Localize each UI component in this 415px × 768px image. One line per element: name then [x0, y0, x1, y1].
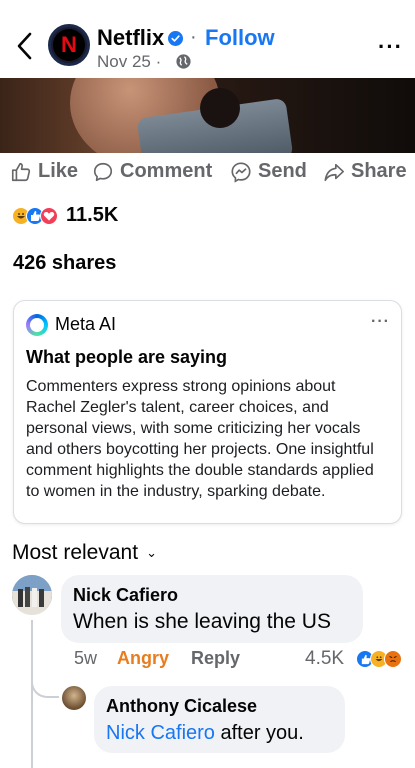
- meta-ai-name: Meta AI: [55, 314, 117, 334]
- reply-connector: [31, 670, 59, 698]
- post-more-button[interactable]: ···: [378, 34, 403, 60]
- send-button[interactable]: Send: [230, 160, 307, 183]
- comment-text: When is she leaving the US: [73, 610, 331, 633]
- post-action-bar: Like Comment Send Share: [0, 160, 415, 190]
- reaction-icons[interactable]: [12, 204, 58, 228]
- thumbs-up-icon: [11, 162, 31, 181]
- reply-text: after you.: [214, 722, 304, 744]
- reply-bubble[interactable]: Anthony Cicalese Nick Cafiero after you.: [94, 686, 345, 753]
- reply-text-line: Nick Cafiero after you.: [106, 722, 304, 745]
- comment-bubble[interactable]: Nick Cafiero When is she leaving the US: [61, 575, 363, 643]
- meta-ai-logo-icon: [26, 314, 48, 336]
- chevron-down-icon: ⌄: [146, 545, 157, 560]
- reply-mention-link[interactable]: Nick Cafiero: [106, 722, 215, 744]
- commenter-avatar[interactable]: [12, 575, 52, 615]
- netflix-logo-icon: N: [53, 29, 85, 61]
- follow-button[interactable]: Follow: [205, 25, 275, 51]
- header-separator: ·: [190, 26, 197, 48]
- comment-time: 5w: [74, 648, 98, 668]
- reaction-count[interactable]: 11.5K: [66, 204, 118, 227]
- comment-sort-label: Most relevant: [12, 541, 139, 564]
- netflix-avatar[interactable]: N: [48, 24, 90, 66]
- angry-reaction-icon: [384, 650, 402, 668]
- comment-button[interactable]: Comment: [92, 160, 212, 183]
- video-microphone: [200, 88, 240, 128]
- globe-icon: [176, 54, 191, 69]
- reply-author-avatar[interactable]: [62, 686, 86, 710]
- meta-ai-summary-card[interactable]: Meta AI ··· What people are saying Comme…: [13, 300, 402, 524]
- like-button[interactable]: Like: [10, 160, 78, 183]
- share-arrow-icon: [324, 163, 344, 181]
- love-reaction-icon: [40, 207, 58, 225]
- comment-meta-row: 5w Angry Reply 4.5K: [74, 648, 414, 672]
- verified-badge-icon: [168, 31, 183, 46]
- back-arrow-icon[interactable]: [14, 30, 36, 62]
- page-name[interactable]: Netflix: [97, 25, 164, 51]
- like-label: Like: [38, 160, 79, 182]
- group-photo-avatar-icon: [12, 575, 52, 615]
- meta-ai-title: What people are saying: [26, 347, 228, 367]
- comment-reply-button[interactable]: Reply: [191, 648, 240, 669]
- send-label: Send: [258, 160, 307, 182]
- comment-sort-dropdown[interactable]: Most relevant ⌄: [12, 541, 157, 565]
- comment-angry-reaction[interactable]: Angry: [117, 648, 169, 669]
- meta-ai-more-button[interactable]: ···: [371, 313, 390, 331]
- messenger-icon: [231, 161, 251, 183]
- share-count[interactable]: 426 shares: [13, 252, 116, 275]
- comment-reaction-count[interactable]: 4.5K: [305, 648, 344, 670]
- thread-line: [31, 620, 33, 768]
- post-video[interactable]: [0, 78, 415, 153]
- post-date: Nov 25 ·: [97, 52, 162, 71]
- share-label: Share: [351, 160, 407, 182]
- comment-author[interactable]: Nick Cafiero: [73, 585, 178, 606]
- share-button[interactable]: Share: [323, 160, 407, 183]
- netflix-logo-letter: N: [61, 32, 77, 57]
- meta-ai-summary: Commenters express strong opinions about…: [26, 378, 374, 500]
- post-header: N Netflix · Follow Nov 25 · ···: [0, 0, 415, 78]
- comment-reaction-icons[interactable]: [356, 650, 402, 668]
- comment-label: Comment: [120, 160, 213, 182]
- comment-bubble-icon: [93, 162, 113, 181]
- reply-author[interactable]: Anthony Cicalese: [106, 696, 257, 717]
